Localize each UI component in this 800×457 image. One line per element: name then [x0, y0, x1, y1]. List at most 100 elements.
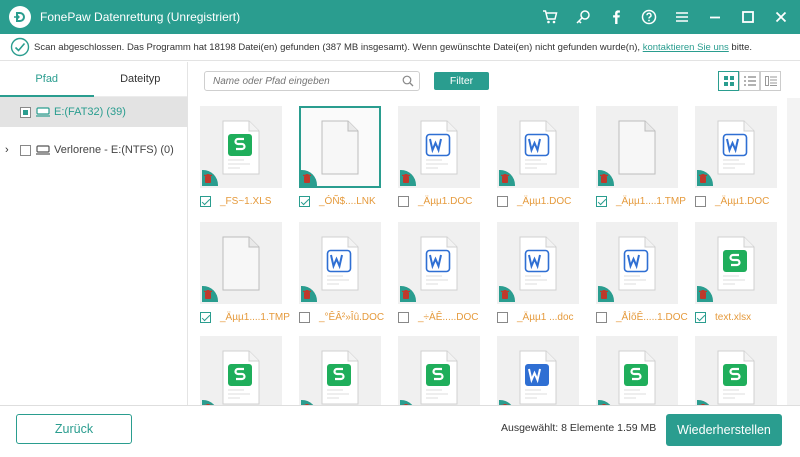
tree-item-lost-ntfs[interactable]: › Verlorene - E:(NTFS) (0) [0, 135, 187, 165]
file-thumbnail[interactable] [695, 336, 777, 405]
drive-icon [36, 145, 50, 155]
file-thumbnail[interactable] [398, 336, 480, 405]
word-file-icon [618, 236, 658, 295]
tab-path[interactable]: Pfad [0, 62, 94, 97]
file-label: _Äµµ1....1.TMP [200, 310, 296, 324]
word-file-icon [519, 236, 559, 295]
check-circle-icon [10, 37, 30, 57]
file-checkbox[interactable] [299, 311, 310, 323]
contact-us-link[interactable]: kontaktieren Sie uns [643, 42, 729, 53]
close-icon[interactable] [770, 6, 792, 28]
word-file-icon [519, 350, 559, 405]
file-name: _Äµµ1....1.TMP [220, 311, 290, 323]
generic-file-icon [222, 236, 262, 295]
file-checkbox[interactable] [695, 195, 706, 207]
file-checkbox[interactable] [497, 311, 508, 323]
file-label: _ÅÌõÊ.....1.DOC [596, 310, 692, 324]
file-label: _Äµµ1.DOC [497, 194, 593, 208]
spreadsheet-file-icon [321, 350, 361, 405]
file-checkbox[interactable] [596, 195, 607, 207]
file-name: _÷ÀÊ.....DOC [418, 311, 479, 323]
file-checkbox[interactable] [497, 195, 508, 207]
menu-icon[interactable] [671, 6, 693, 28]
file-thumbnail[interactable] [596, 222, 678, 304]
file-label: _FS~1.XLS [200, 194, 296, 208]
scrollbar[interactable] [787, 98, 800, 405]
left-panel: Pfad Dateityp E:(FAT32) (39) › Verlorene… [0, 62, 188, 405]
maximize-icon[interactable] [737, 6, 759, 28]
view-tabs: Pfad Dateityp [0, 62, 187, 97]
file-thumbnail[interactable] [200, 222, 282, 304]
file-name: _ÓÑ$....LNK [319, 195, 376, 207]
file-name: _Äµµ1 ...doc [517, 311, 574, 323]
file-name: _FS~1.XLS [220, 195, 272, 207]
key-icon[interactable] [572, 6, 594, 28]
back-button[interactable]: Zurück [16, 414, 132, 444]
grid-view-icon[interactable] [718, 71, 739, 91]
help-icon[interactable] [638, 6, 660, 28]
file-name: _ÅÌõÊ.....1.DOC [616, 311, 688, 323]
generic-file-icon [321, 120, 361, 179]
file-thumbnail[interactable] [398, 222, 480, 304]
drive-icon [36, 107, 50, 117]
search-field[interactable] [204, 71, 420, 91]
bottom-bar: Zurück Ausgewählt: 8 Elemente 1.59 MB Wi… [0, 405, 800, 457]
tree-item-fat32[interactable]: E:(FAT32) (39) [0, 97, 187, 127]
file-name: text.xlsx [715, 311, 752, 323]
file-checkbox[interactable] [695, 311, 706, 323]
file-thumbnail[interactable] [398, 106, 480, 188]
restore-button[interactable]: Wiederherstellen [666, 414, 782, 446]
filter-button[interactable]: Filter [434, 72, 489, 90]
file-thumbnail[interactable] [200, 336, 282, 405]
file-thumbnail[interactable] [695, 106, 777, 188]
app-title: FonePaw Datenrettung (Unregistriert) [40, 10, 241, 24]
tree-checkbox[interactable] [20, 106, 31, 118]
file-name: _Äµµ1.DOC [517, 195, 572, 207]
scan-status-text: Scan abgeschlossen. Das Programm hat 181… [34, 41, 753, 53]
expand-arrow-icon[interactable]: › [5, 144, 15, 156]
tab-filetype[interactable]: Dateityp [93, 62, 187, 97]
file-label: _Äµµ1....1.TMP [596, 194, 692, 208]
word-file-icon [519, 120, 559, 179]
spreadsheet-file-icon [420, 350, 460, 405]
file-thumbnail[interactable] [596, 336, 678, 405]
spreadsheet-file-icon [222, 120, 262, 179]
file-checkbox[interactable] [398, 195, 409, 207]
cart-icon[interactable] [539, 6, 561, 28]
file-thumbnail[interactable] [497, 222, 579, 304]
spreadsheet-file-icon [618, 350, 658, 405]
file-checkbox[interactable] [200, 195, 211, 207]
spreadsheet-file-icon [717, 236, 757, 295]
file-checkbox[interactable] [398, 311, 409, 323]
file-checkbox[interactable] [200, 311, 211, 323]
file-label: text.xlsx [695, 310, 787, 324]
file-name: _Äµµ1.DOC [418, 195, 473, 207]
spreadsheet-file-icon [717, 350, 757, 405]
file-thumbnail[interactable] [695, 222, 777, 304]
word-file-icon [321, 236, 361, 295]
file-thumbnail[interactable] [299, 222, 381, 304]
file-thumbnail[interactable] [596, 106, 678, 188]
file-thumbnail[interactable] [200, 106, 282, 188]
file-thumbnail[interactable] [299, 336, 381, 405]
minimize-icon[interactable] [704, 6, 726, 28]
facebook-icon[interactable] [605, 6, 627, 28]
tree-item-label: Verlorene - E:(NTFS) (0) [54, 144, 174, 156]
file-thumbnail[interactable] [299, 106, 381, 188]
file-grid: _FS~1.XLS _ÓÑ$....LNK _Äµµ1.DOC _Äµµ1.DOC _Ä… [189, 98, 787, 405]
detail-view-icon[interactable] [760, 71, 781, 91]
file-thumbnail[interactable] [497, 336, 579, 405]
list-view-icon[interactable] [739, 71, 760, 91]
file-label: _°ÊÂ²»Îû.DOC [299, 310, 395, 324]
search-input[interactable] [205, 72, 395, 90]
file-checkbox[interactable] [596, 311, 607, 323]
file-label: _÷ÀÊ.....DOC [398, 310, 494, 324]
search-icon[interactable] [402, 75, 414, 87]
file-checkbox[interactable] [299, 195, 310, 207]
tree-checkbox[interactable] [20, 144, 31, 156]
file-thumbnail[interactable] [497, 106, 579, 188]
file-label: _Äµµ1 ...doc [497, 310, 593, 324]
file-label: _Äµµ1.DOC [695, 194, 787, 208]
file-label: _Äµµ1.DOC [398, 194, 494, 208]
word-file-icon [420, 120, 460, 179]
